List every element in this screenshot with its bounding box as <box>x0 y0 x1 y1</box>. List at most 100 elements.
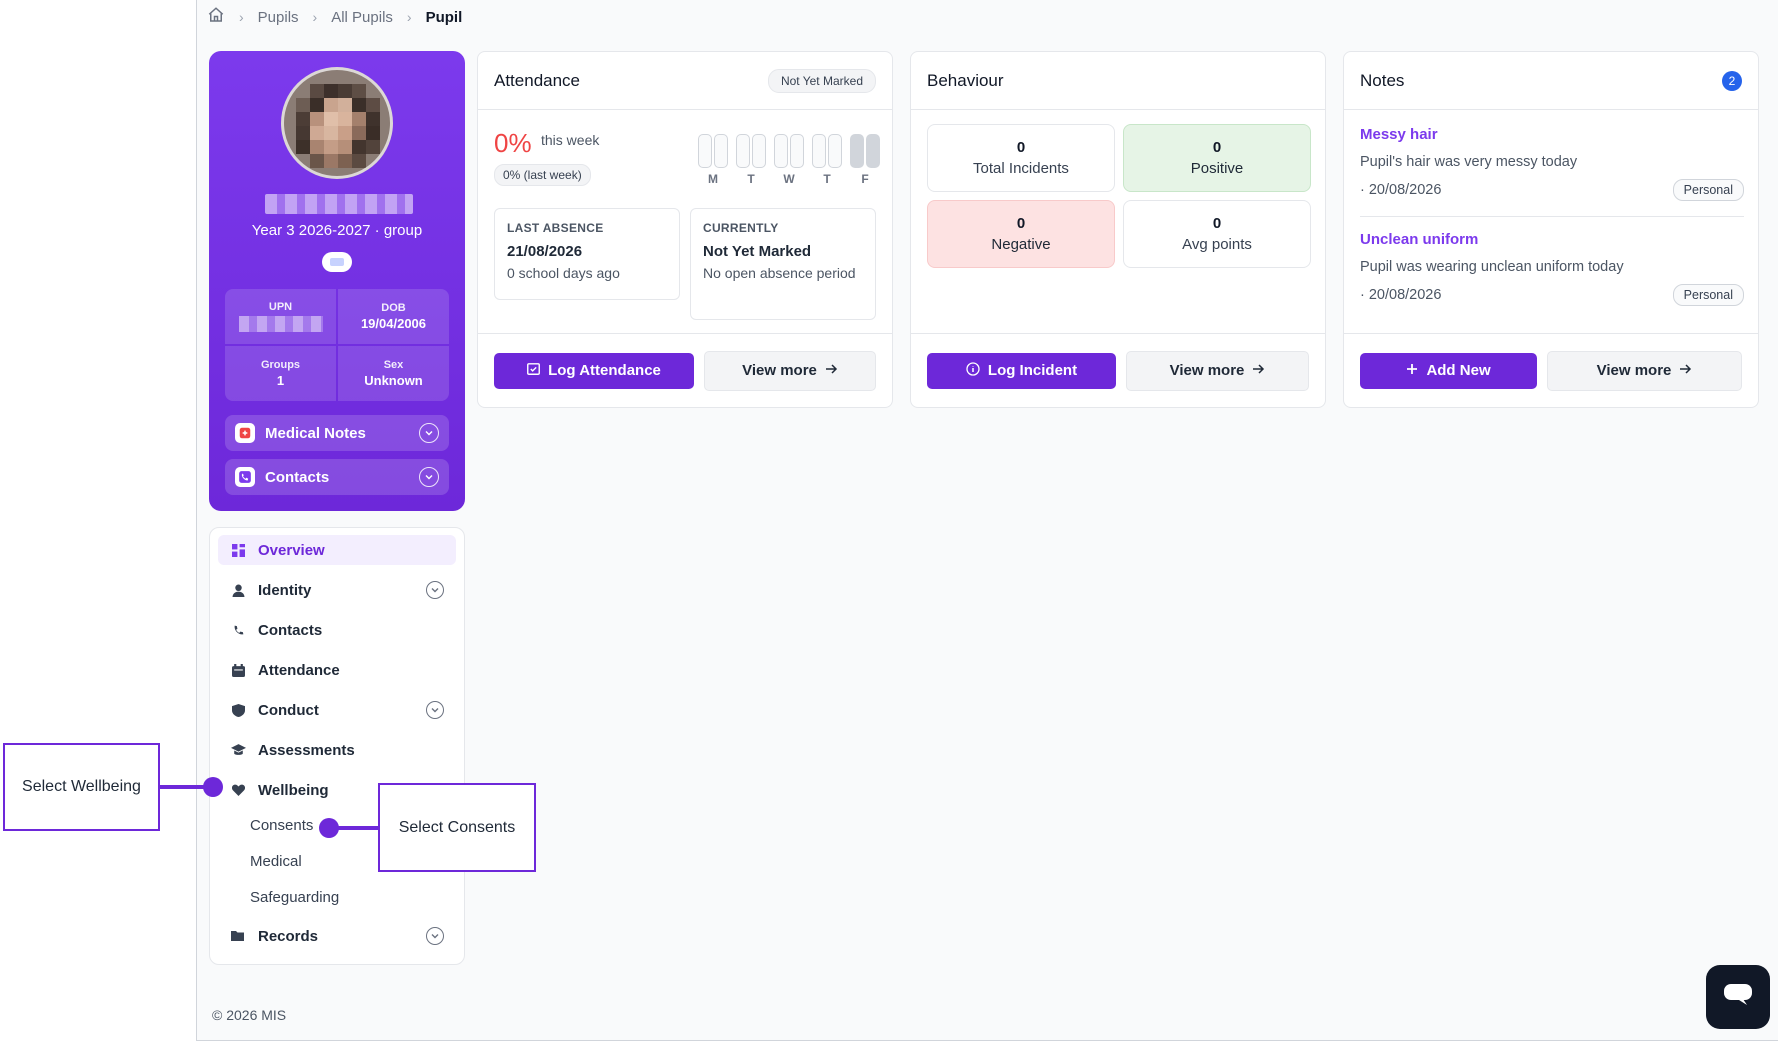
stat-dob: DOB 19/04/2006 <box>338 289 449 344</box>
stat-groups: Groups 1 <box>225 346 336 401</box>
sidebar-subitem-consents[interactable]: Consents <box>250 817 313 834</box>
divider <box>1360 216 1744 217</box>
sidebar-item-label: Contacts <box>258 621 323 639</box>
log-attendance-label: Log Attendance <box>548 362 661 379</box>
note-tag: Personal <box>1672 284 1744 306</box>
note-meta: · 20/08/2026 Personal <box>1360 284 1744 306</box>
note-item[interactable]: Unclean uniform Pupil was wearing unclea… <box>1360 231 1744 306</box>
sidebar-item-contacts[interactable]: Contacts <box>218 615 456 645</box>
pupil-sidebar-nav: Overview Identity Contacts Attendance Co… <box>209 527 465 965</box>
contacts-accordion[interactable]: Contacts <box>225 459 449 495</box>
currently-box: CURRENTLY Not Yet Marked No open absence… <box>690 208 876 320</box>
chevron-right-icon: › <box>406 9 412 25</box>
behaviour-card: Behaviour 0 Total Incidents 0 Positive 0… <box>910 51 1326 408</box>
note-description: Pupil's hair was very messy today <box>1360 154 1578 170</box>
chevron-down-icon[interactable] <box>426 701 444 719</box>
notes-view-more-button[interactable]: View more <box>1547 350 1742 391</box>
sidebar-subitem-safeguarding[interactable]: Safeguarding <box>250 889 339 906</box>
contacts-label: Contacts <box>265 468 330 486</box>
chevron-down-icon[interactable] <box>426 581 444 599</box>
pupil-name-redacted <box>265 194 413 214</box>
info-circle-icon <box>966 361 980 380</box>
medical-notes-label: Medical Notes <box>265 424 366 442</box>
sidebar-item-label: Records <box>258 927 319 945</box>
note-item[interactable]: Messy hair Pupil's hair was very messy t… <box>1360 126 1744 201</box>
notes-card: Notes 2 Messy hair Pupil's hair was very… <box>1343 51 1759 408</box>
stat-sex: Sex Unknown <box>338 346 449 401</box>
stat-upn: UPN <box>225 289 336 344</box>
view-more-label: View more <box>1596 362 1672 379</box>
sidebar-item-overview[interactable]: Overview <box>218 535 456 565</box>
calendar-icon <box>230 662 246 678</box>
chevron-right-icon: › <box>239 9 244 25</box>
sidebar-item-records[interactable]: Records <box>218 921 456 951</box>
day-label: W <box>783 172 795 186</box>
positive-cell: 0 Positive <box>1123 124 1311 192</box>
attendance-percent: 0% <box>494 128 532 158</box>
day-label: F <box>861 172 869 186</box>
chevron-down-icon[interactable] <box>426 927 444 945</box>
graduation-cap-icon <box>230 742 246 758</box>
attendance-view-more-button[interactable]: View more <box>704 350 876 391</box>
sidebar-item-conduct[interactable]: Conduct <box>218 695 456 725</box>
behaviour-card-header: Behaviour <box>911 52 1325 110</box>
sidebar-subitem-medical[interactable]: Medical <box>250 853 302 870</box>
phone-icon <box>230 622 246 638</box>
stat-value: 19/04/2006 <box>360 316 427 331</box>
sidebar-item-attendance[interactable]: Attendance <box>218 655 456 685</box>
medical-notes-accordion[interactable]: Medical Notes <box>225 415 449 451</box>
sidebar-item-identity[interactable]: Identity <box>218 575 456 605</box>
stat-value: 0 <box>1016 215 1026 232</box>
chat-button[interactable] <box>1706 965 1770 1029</box>
day-mon: M <box>698 134 728 186</box>
stat-value: 0 <box>1212 139 1222 156</box>
last-absence-sub: 0 school days ago <box>507 265 620 281</box>
app-main: › Pupils › All Pupils › Pupil Year 3 202… <box>196 0 1778 1041</box>
chevron-down-icon[interactable] <box>419 423 439 443</box>
note-date: · 20/08/2026 <box>1360 182 1442 198</box>
pupil-stats-grid: UPN DOB 19/04/2006 Groups 1 Sex Unknown <box>225 289 449 401</box>
attendance-percent-label: this week <box>541 132 600 148</box>
log-incident-button[interactable]: Log Incident <box>927 352 1116 389</box>
avatar <box>281 67 393 179</box>
breadcrumb-current: Pupil <box>425 8 463 26</box>
last-absence-date: 21/08/2026 <box>507 243 583 260</box>
stat-label: DOB <box>381 302 406 314</box>
arrow-right-icon <box>825 362 838 379</box>
upn-redacted <box>238 316 323 332</box>
user-icon <box>230 582 246 598</box>
annotation-select-consents: Select Consents <box>378 783 536 872</box>
notes-title: Notes <box>1360 70 1405 90</box>
stat-value: 0 <box>1016 139 1026 156</box>
attendance-card-header: Attendance Not Yet Marked <box>478 52 892 110</box>
stat-label: Negative <box>991 236 1051 253</box>
attendance-card-footer: Log Attendance View more <box>478 333 892 407</box>
log-attendance-button[interactable]: Log Attendance <box>494 352 694 389</box>
stat-value: 0 <box>1212 215 1222 232</box>
stat-value: 1 <box>276 373 285 388</box>
add-note-button[interactable]: Add New <box>1360 352 1538 389</box>
sidebar-item-label: Attendance <box>258 661 340 679</box>
sidebar-item-label: Assessments <box>258 741 355 759</box>
note-description: Pupil was wearing unclean uniform today <box>1360 259 1624 275</box>
currently-heading: CURRENTLY <box>703 221 779 235</box>
home-icon[interactable] <box>207 6 225 28</box>
note-title[interactable]: Unclean uniform <box>1360 231 1744 248</box>
breadcrumb-all-pupils[interactable]: All Pupils <box>331 9 393 26</box>
attendance-card: Attendance Not Yet Marked 0% this week 0… <box>477 51 893 408</box>
breadcrumb-pupils[interactable]: Pupils <box>258 9 299 26</box>
footer-copyright: © 2026 MIS <box>212 1007 287 1023</box>
attendance-last-week: 0% (last week) <box>494 164 591 186</box>
notes-card-header: Notes 2 <box>1344 52 1758 110</box>
chevron-down-icon[interactable] <box>419 467 439 487</box>
behaviour-view-more-button[interactable]: View more <box>1125 350 1309 391</box>
negative-cell: 0 Negative <box>927 200 1115 268</box>
last-absence-heading: LAST ABSENCE <box>507 221 604 235</box>
day-tue: T <box>736 134 766 186</box>
day-label: T <box>823 172 831 186</box>
day-label: T <box>747 172 755 186</box>
grid-icon <box>230 542 246 558</box>
currently-status: Not Yet Marked <box>703 243 812 260</box>
note-title[interactable]: Messy hair <box>1360 126 1744 143</box>
sidebar-item-assessments[interactable]: Assessments <box>218 735 456 765</box>
